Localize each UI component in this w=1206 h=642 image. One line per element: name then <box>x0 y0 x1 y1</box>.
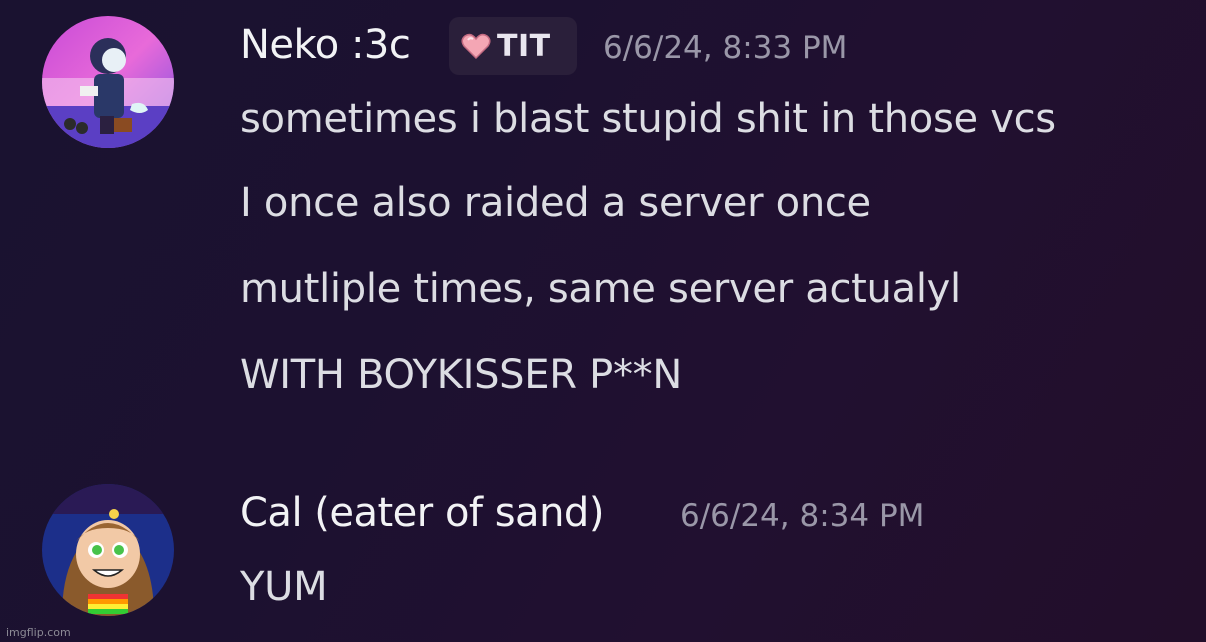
username-cal[interactable]: Cal (eater of sand) <box>240 490 604 536</box>
server-tag[interactable]: TIT <box>449 17 577 75</box>
watermark: imgflip.com <box>6 626 71 639</box>
message-line: I once also raided a server once <box>240 180 871 226</box>
username-neko[interactable]: Neko :3c <box>240 22 411 68</box>
avatar-cal[interactable] <box>42 484 174 616</box>
message-line: mutliple times, same server actualyl <box>240 266 961 312</box>
server-tag-label: TIT <box>497 28 551 64</box>
message-line: YUM <box>240 564 328 610</box>
message-line: sometimes i blast stupid shit in those v… <box>240 96 1056 142</box>
heart-icon <box>461 32 491 60</box>
avatar-neko[interactable] <box>42 16 174 148</box>
timestamp[interactable]: 6/6/24, 8:33 PM <box>603 30 847 66</box>
message-line: WITH BOYKISSER P**N <box>240 352 682 398</box>
timestamp[interactable]: 6/6/24, 8:34 PM <box>680 498 924 534</box>
